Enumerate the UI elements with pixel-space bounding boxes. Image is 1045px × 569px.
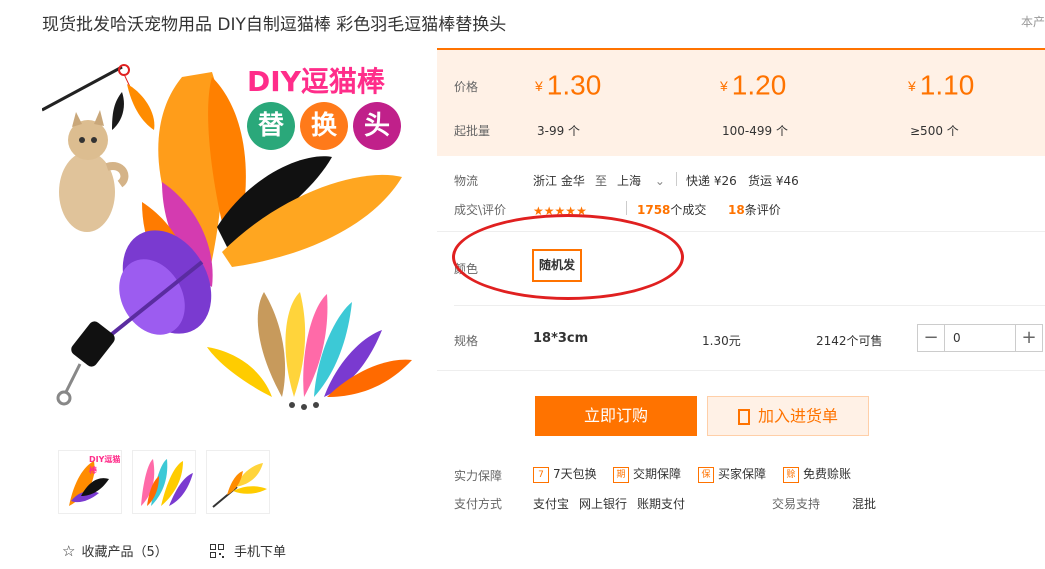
logistics-label: 物流: [454, 174, 479, 188]
main-product-image[interactable]: DIY逗猫棒 替 换 头: [42, 52, 422, 427]
guarantee-text: 7天包换: [553, 467, 597, 481]
express-fee: 快递 ¥26: [686, 174, 737, 188]
guarantee-buyer[interactable]: 保买家保障: [698, 465, 766, 483]
banner-char-3: 头: [353, 102, 401, 150]
deal-count: 1758: [637, 203, 671, 217]
yen-symbol: ¥: [908, 77, 916, 94]
trade-support-label: 交易支持: [772, 497, 821, 511]
divider: [437, 370, 1045, 371]
banner-char-2: 换: [300, 102, 348, 150]
moq-label: 起批量: [454, 124, 491, 138]
payment-method-credit: 账期支付: [637, 497, 686, 511]
decrement-button[interactable]: −: [918, 325, 945, 351]
price-tier-3-qty: ≥500 个: [910, 124, 959, 138]
payment-label: 支付方式: [454, 497, 503, 511]
thumbnail-2[interactable]: [132, 450, 196, 514]
credit-icon: 赊: [783, 466, 799, 483]
guarantee-7day[interactable]: 7 7天包换: [533, 465, 597, 483]
add-to-cart-label: 加入进货单: [757, 406, 838, 426]
price-label: 价格: [454, 80, 479, 94]
destination-value: 上海: [617, 174, 642, 188]
banner-char-1: 替: [247, 102, 295, 150]
red-annotation-circle: [452, 214, 684, 300]
guarantee-delivery[interactable]: 期交期保障: [613, 465, 681, 483]
payment-method-bank: 网上银行: [579, 497, 628, 511]
guarantee-label: 实力保障: [454, 469, 503, 483]
price-value: 1.30: [546, 69, 602, 101]
price-value: 1.10: [919, 69, 975, 101]
guarantee-text: 免费赊账: [803, 467, 852, 481]
buyer-protect-icon: 保: [698, 466, 714, 483]
logistics-from: 浙江 金华: [533, 174, 585, 188]
thumbnail-3[interactable]: [206, 450, 270, 514]
mobile-order-button[interactable]: 手机下单: [210, 541, 286, 560]
deals-label: 成交\评价: [454, 203, 507, 217]
price-tier-2: ¥1.20: [720, 68, 786, 102]
trade-support-value: 混批: [852, 497, 877, 511]
divider: [676, 172, 677, 186]
spec-value: 18*3cm: [533, 331, 589, 346]
yen-symbol: ¥: [535, 77, 543, 94]
banner-title: DIY逗猫棒: [247, 65, 385, 98]
quantity-stepper: − 0 +: [917, 324, 1043, 352]
title-extra-text: 本产: [1020, 15, 1045, 29]
divider: [454, 305, 1045, 306]
divider: [626, 201, 627, 215]
favorite-label: 收藏产品（5）: [81, 545, 168, 560]
thumbnail-1[interactable]: DIY逗猫棒: [58, 450, 122, 514]
add-to-cart-button[interactable]: 加入进货单: [707, 396, 869, 436]
thumbnail-1-text: DIY逗猫棒: [89, 455, 121, 475]
spec-price: 1.30元: [702, 334, 741, 348]
review-count-suffix: 条评价: [744, 203, 781, 217]
payment-method-alipay: 支付宝: [533, 497, 570, 511]
price-tier-3: ¥1.10: [908, 68, 974, 102]
clipboard-icon: [737, 408, 750, 425]
review-count-link[interactable]: 18条评价: [728, 201, 781, 218]
price-panel: [437, 48, 1045, 156]
increment-button[interactable]: +: [1015, 325, 1042, 351]
spec-stock: 2142个可售: [816, 334, 883, 348]
7-day-icon: 7: [533, 466, 549, 483]
qr-code-icon: [210, 543, 224, 558]
chevron-down-icon: ⌄: [654, 174, 665, 188]
logistics-to-word: 至: [595, 174, 608, 188]
price-tier-2-qty: 100-499 个: [722, 124, 788, 138]
guarantee-credit[interactable]: 赊免费赊账: [783, 465, 851, 483]
product-title: 现货批发哈沃宠物用品 DIY自制逗猫棒 彩色羽毛逗猫棒替换头: [42, 15, 507, 35]
price-value: 1.20: [731, 69, 787, 101]
delivery-icon: 期: [613, 466, 629, 483]
freight-fee: 货运 ¥46: [748, 174, 799, 188]
guarantee-text: 交期保障: [633, 467, 682, 481]
yen-symbol: ¥: [720, 77, 728, 94]
logistics-destination-select[interactable]: 上海 ⌄: [617, 172, 665, 189]
deal-count-link[interactable]: 1758个成交: [637, 201, 706, 218]
buy-now-button[interactable]: 立即订购: [535, 396, 697, 436]
mobile-label: 手机下单: [234, 545, 287, 560]
review-count: 18: [728, 203, 745, 217]
spec-label: 规格: [454, 334, 479, 348]
deal-count-suffix: 个成交: [670, 203, 707, 217]
star-outline-icon: ☆: [62, 541, 76, 560]
price-tier-1: ¥1.30: [535, 68, 601, 102]
price-tier-1-qty: 3-99 个: [537, 124, 581, 138]
favorite-product-button[interactable]: ☆ 收藏产品（5）: [62, 541, 168, 561]
quantity-input[interactable]: 0: [953, 325, 961, 351]
guarantee-text: 买家保障: [718, 467, 767, 481]
